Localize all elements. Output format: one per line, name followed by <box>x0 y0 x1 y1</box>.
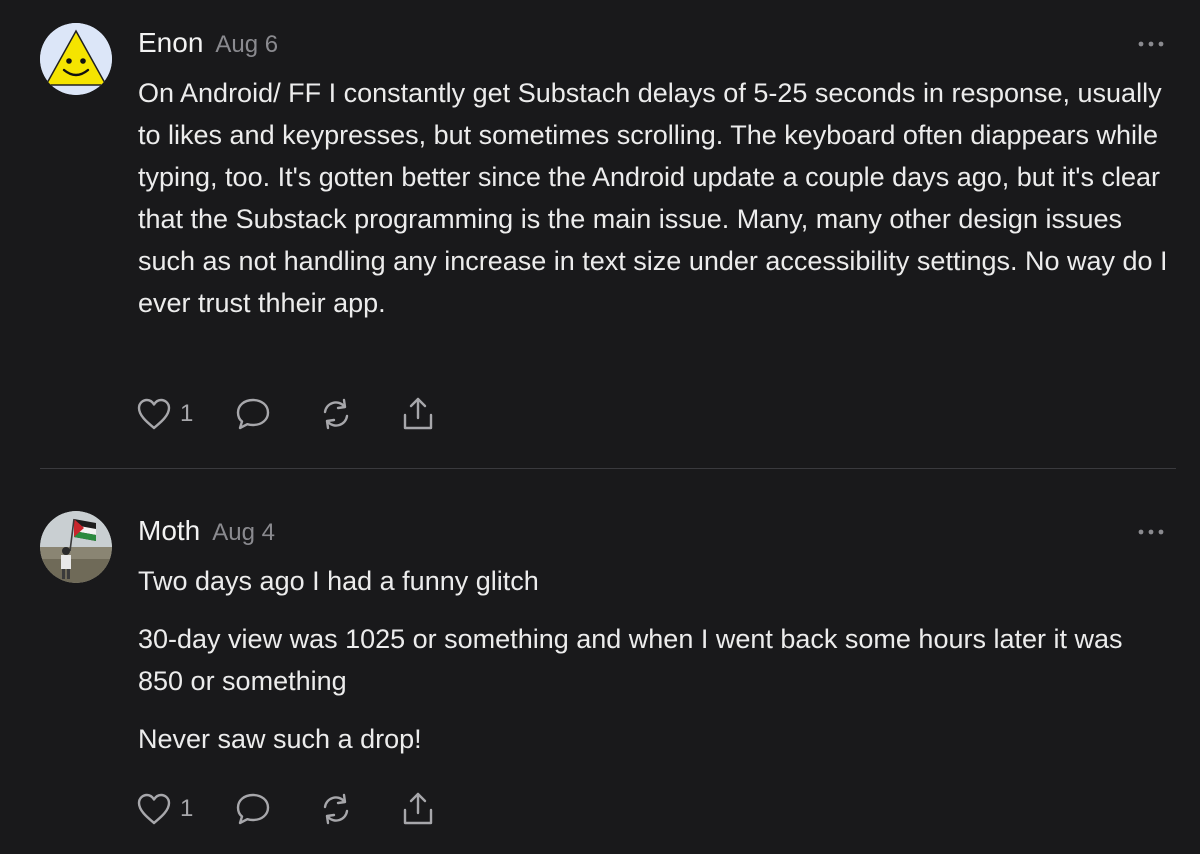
photo-avatar-person-with-flag-icon <box>40 511 112 583</box>
restack-icon <box>323 793 349 825</box>
comment-divider <box>40 468 1176 469</box>
like-count: 1 <box>180 400 194 427</box>
speech-bubble-icon <box>236 793 270 825</box>
restack-icon <box>323 398 349 430</box>
more-dots-icon <box>1138 529 1164 535</box>
share-icon <box>403 792 433 825</box>
comment-paragraph: On Android/ FF I constantly get Substach… <box>138 78 1168 318</box>
more-options-button[interactable] <box>1134 525 1168 539</box>
reply-button[interactable] <box>234 791 317 827</box>
restack-button[interactable] <box>317 396 400 432</box>
comment-date[interactable]: Aug 4 <box>212 519 275 546</box>
comment-meta: Moth Aug 4 <box>138 515 275 549</box>
comment-paragraph: Two days ago I had a funny glitch <box>138 566 539 596</box>
avatar[interactable] <box>40 511 112 583</box>
like-count: 1 <box>180 795 194 822</box>
avatar[interactable] <box>40 23 112 95</box>
share-icon <box>403 397 433 430</box>
smiley-triangle-avatar-icon <box>40 23 112 95</box>
comment-paragraph: 30-day view was 1025 or something and wh… <box>138 624 1123 696</box>
author-name[interactable]: Moth <box>138 515 200 546</box>
comment: Enon Aug 6 On Android/ FF I constantly ge… <box>0 0 1200 470</box>
comment-actions: 1 <box>136 394 440 434</box>
like-button[interactable]: 1 <box>136 792 234 826</box>
like-button[interactable]: 1 <box>136 397 234 431</box>
heart-icon <box>137 793 171 825</box>
share-button[interactable] <box>400 395 440 433</box>
comment-date[interactable]: Aug 6 <box>215 31 278 58</box>
comment-meta: Enon Aug 6 <box>138 27 278 61</box>
more-dots-icon <box>1138 41 1164 47</box>
heart-icon <box>137 398 171 430</box>
reply-button[interactable] <box>234 396 317 432</box>
share-button[interactable] <box>400 790 440 828</box>
speech-bubble-icon <box>236 398 270 430</box>
more-options-button[interactable] <box>1134 37 1168 51</box>
comment-body: On Android/ FF I constantly get Substach… <box>138 72 1168 324</box>
comment-actions: 1 <box>136 789 440 829</box>
comment-paragraph: Never saw such a drop! <box>138 724 422 754</box>
comment-body: Two days ago I had a funny glitch 30-day… <box>138 560 1168 760</box>
comment: Moth Aug 4 Two days ago I had a funny gli… <box>0 471 1200 854</box>
restack-button[interactable] <box>317 791 400 827</box>
author-name[interactable]: Enon <box>138 27 203 58</box>
